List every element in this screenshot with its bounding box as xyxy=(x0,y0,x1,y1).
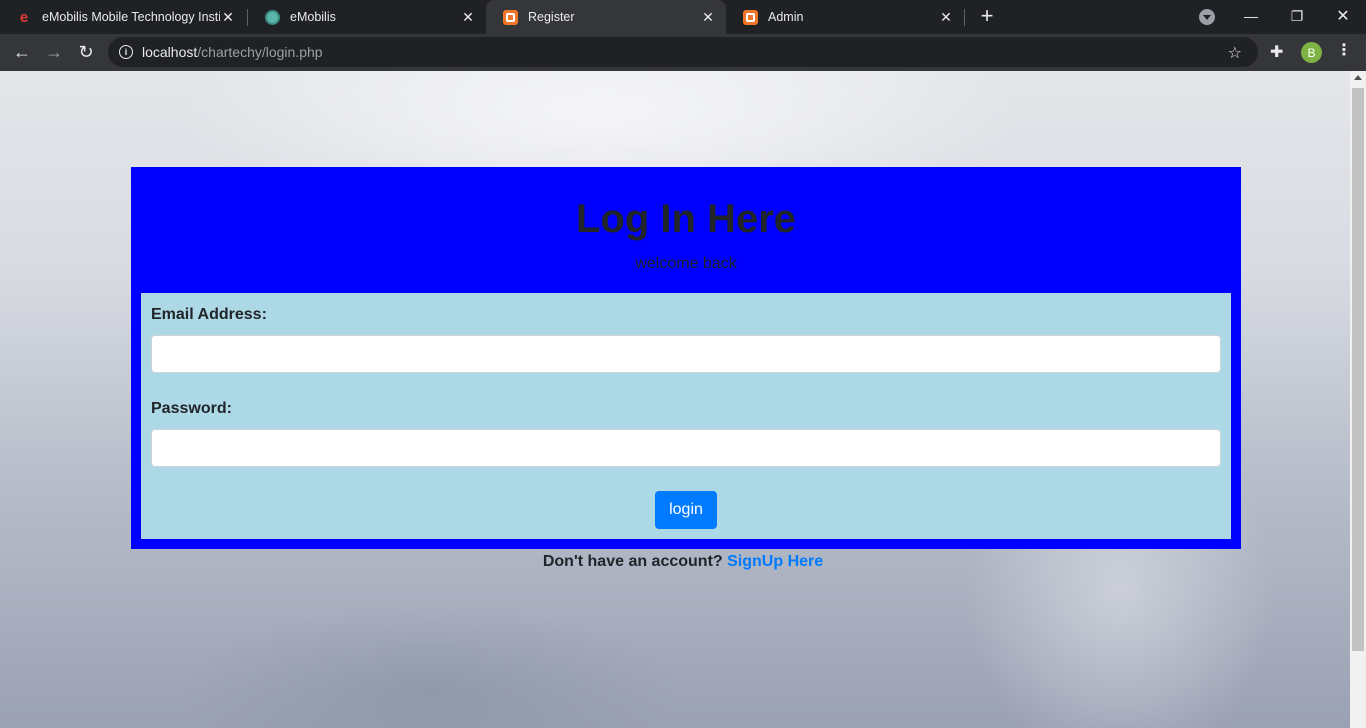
bookmark-star-icon[interactable]: ☆ xyxy=(1228,43,1242,63)
xampp-icon xyxy=(742,9,758,25)
kebab-menu-icon[interactable]: ⋮ xyxy=(1336,40,1352,60)
tab-strip: e eMobilis Mobile Technology Insti ✕ eMo… xyxy=(0,0,1366,34)
reload-icon[interactable]: ↻ xyxy=(72,38,100,66)
signup-prompt: Don't have an account? SignUp Here xyxy=(0,553,1350,571)
emobilis-e-icon: e xyxy=(19,8,29,26)
restore-icon[interactable]: ❐ xyxy=(1274,0,1320,32)
scroll-up-arrow-icon[interactable] xyxy=(1354,75,1362,80)
login-form: Email Address: Password: login xyxy=(141,293,1231,539)
back-arrow-icon[interactable]: ← xyxy=(8,38,36,66)
close-icon[interactable]: ✕ xyxy=(220,9,236,25)
extensions-puzzle-icon[interactable]: ✚ xyxy=(1270,42,1283,62)
window-close-icon[interactable]: ✕ xyxy=(1320,0,1366,32)
xampp-icon xyxy=(502,9,518,25)
tab-title: Admin xyxy=(768,10,804,24)
url-path: /chartechy/login.php xyxy=(197,44,323,60)
minimize-icon[interactable]: — xyxy=(1228,0,1274,32)
tab-emobilis-institute[interactable]: e eMobilis Mobile Technology Insti ✕ xyxy=(0,0,246,34)
globe-icon xyxy=(264,9,280,25)
close-icon[interactable]: ✕ xyxy=(938,9,954,25)
tab-title: eMobilis Mobile Technology Insti xyxy=(42,10,220,24)
profile-avatar[interactable]: B xyxy=(1301,42,1322,63)
tab-admin[interactable]: Admin ✕ xyxy=(726,0,964,34)
signup-link[interactable]: SignUp Here xyxy=(727,553,823,570)
browser-toolbar: ← → ↻ i localhost /chartechy/login.php ☆… xyxy=(0,34,1366,71)
page-title: Log In Here xyxy=(575,197,797,241)
email-field[interactable] xyxy=(151,335,1221,373)
close-icon[interactable]: ✕ xyxy=(700,9,716,25)
page-viewport: Log In Here welcome back Email Address: … xyxy=(0,71,1350,728)
info-icon[interactable]: i xyxy=(119,45,133,59)
tab-title: eMobilis xyxy=(290,10,336,24)
email-label: Email Address: xyxy=(151,306,267,323)
page-subtitle: welcome back xyxy=(635,255,737,272)
forward-arrow-icon[interactable]: → xyxy=(40,38,68,66)
tab-search-icon[interactable] xyxy=(1199,9,1215,25)
password-field[interactable] xyxy=(151,429,1221,467)
new-tab-plus-icon[interactable]: + xyxy=(975,5,999,29)
signup-prompt-text: Don't have an account? xyxy=(542,553,723,570)
tab-separator xyxy=(964,9,965,26)
login-card: Log In Here welcome back Email Address: … xyxy=(131,167,1241,549)
password-label: Password: xyxy=(151,400,232,417)
login-button[interactable]: login xyxy=(655,491,717,529)
scrollbar-thumb[interactable] xyxy=(1352,88,1364,651)
tab-register[interactable]: Register ✕ xyxy=(486,0,726,34)
tab-title: Register xyxy=(528,10,575,24)
close-icon[interactable]: ✕ xyxy=(460,9,476,25)
url-host: localhost xyxy=(142,44,198,60)
address-bar[interactable]: i localhost /chartechy/login.php ☆ xyxy=(108,37,1258,67)
tab-emobilis[interactable]: eMobilis ✕ xyxy=(248,0,486,34)
